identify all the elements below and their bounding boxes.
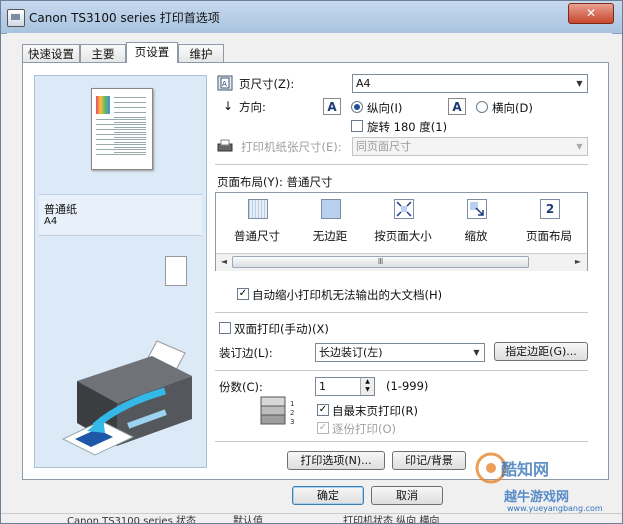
page-layout-label: 页面布局(Y): 普通尺寸 [217, 175, 333, 189]
printer-paper-size-select[interactable]: 同页面尺寸 ▼ [352, 137, 588, 156]
svg-text:1: 1 [290, 400, 294, 408]
section-divider [215, 370, 588, 371]
layout-item-label: 页面布局 [526, 229, 572, 243]
window-title: Canon TS3100 series 打印首选项 [29, 11, 220, 25]
specify-margin-button[interactable]: 指定边距(G)... [494, 342, 588, 361]
color-photo-thumbnail [96, 96, 110, 114]
svg-text:3: 3 [290, 418, 294, 426]
cancel-button[interactable]: 取消 [371, 486, 443, 505]
copies-range: (1-999) [386, 379, 429, 393]
binding-side-label: 装订边(L): [219, 346, 273, 360]
media-size: A4 [44, 216, 58, 227]
layout-borderless[interactable]: 无边距 [295, 199, 365, 259]
print-options-button[interactable]: 打印选项(N)... [287, 451, 385, 470]
layout-horizontal-scrollbar[interactable]: ◄ Ⅲ ► [216, 253, 587, 271]
taskbar-left-text: Canon TS3100 series 状态 [67, 516, 196, 524]
section-divider [215, 441, 588, 442]
binding-side-value: 长边装订(左) [319, 346, 383, 359]
landscape-radio[interactable] [476, 101, 488, 113]
page-preview-image [91, 88, 153, 170]
page-size-value: A4 [356, 77, 371, 90]
section-divider [215, 164, 588, 165]
media-type: 普通纸 [44, 203, 77, 216]
layout-page-layout[interactable]: 2 页面布局 [514, 199, 584, 259]
tab-quick-setup[interactable]: 快速设置 [22, 44, 80, 62]
collate-checkbox[interactable]: ✓ [317, 422, 329, 434]
binding-side-select[interactable]: 长边装订(左) ▼ [315, 343, 485, 362]
last-page-first-label[interactable]: 自最末页打印(R) [332, 403, 418, 419]
last-page-first-checkbox[interactable]: ✓ [317, 404, 329, 416]
layout-item-label: 按页面大小 [374, 229, 432, 243]
portrait-radio[interactable] [351, 101, 363, 113]
page-size-select[interactable]: A4 ▼ [352, 74, 588, 93]
taskbar-right-text: 打印机状态 纵向 横向 [343, 516, 440, 524]
layout-item-label: 无边距 [312, 229, 348, 243]
watermark-url: www.yueyangbang.com [507, 504, 603, 513]
layout-fit-to-page[interactable]: 按页面大小 [368, 199, 438, 259]
page-size-label: 页尺寸(Z): [239, 77, 295, 91]
auto-reduce-checkbox[interactable]: ✓ [237, 288, 249, 300]
auto-reduce-label[interactable]: 自动缩小打印机无法输出的大文档(H) [252, 287, 442, 303]
borderless-icon [321, 199, 341, 219]
copies-value: 1 [319, 380, 326, 393]
printing-preferences-window: Canon TS3100 series 打印首选项 ✕ 快速设置 主要 页设置 … [0, 0, 623, 524]
dropdown-arrow-icon: ▼ [576, 79, 583, 88]
printer-illustration-icon [61, 340, 192, 456]
collate-label[interactable]: 逐份打印(O) [332, 421, 396, 437]
svg-text:A: A [222, 80, 227, 88]
orientation-label: 方向: [239, 100, 266, 114]
close-button[interactable]: ✕ [568, 3, 614, 24]
scroll-right-icon[interactable]: ► [572, 256, 584, 268]
page-layout-icon: 2 [540, 199, 560, 219]
background-window-strip: Canon TS3100 series 状态 默认值 打印机状态 纵向 横向 [1, 513, 622, 524]
svg-text:2: 2 [290, 409, 294, 417]
page-layout-list: 普通尺寸 无边距 按页面大小 缩放 2 页面布局 ◄ Ⅲ ► [215, 192, 588, 271]
preview-pane: 普通纸 A4 [34, 75, 207, 468]
landscape-label[interactable]: 横向(D) [492, 100, 533, 116]
dropdown-arrow-icon: ▼ [576, 142, 583, 151]
tab-maintenance[interactable]: 维护 [178, 44, 224, 62]
duplex-checkbox[interactable] [219, 322, 231, 334]
scaled-icon [467, 199, 487, 219]
scroll-thumb[interactable]: Ⅲ [232, 256, 529, 268]
layout-item-label: 缩放 [464, 229, 488, 243]
ok-button[interactable]: 确定 [292, 486, 364, 505]
taskbar-middle-text: 默认值 [233, 516, 263, 524]
tab-main[interactable]: 主要 [80, 44, 126, 62]
tab-page-setup[interactable]: 页设置 [126, 42, 178, 63]
portrait-label[interactable]: 纵向(I) [367, 100, 402, 116]
layout-normal-size[interactable]: 普通尺寸 [222, 199, 292, 259]
copies-input[interactable]: 1 ▲ ▼ [315, 377, 375, 396]
printer-app-icon [7, 9, 25, 27]
printer-paper-size-label: 打印机纸张尺寸(E): [241, 140, 342, 154]
watermark-sub: 越牛游戏网 [504, 490, 570, 505]
orientation-arrow-icon: ↓ [223, 99, 234, 113]
rotate-180-checkbox[interactable] [351, 120, 363, 132]
portrait-icon: A [323, 98, 341, 115]
page-size-icon: A [217, 75, 233, 91]
title-bar: Canon TS3100 series 打印首选项 ✕ [1, 1, 622, 34]
page-order-icon: 1 2 3 [260, 396, 294, 426]
scroll-left-icon[interactable]: ◄ [218, 256, 230, 268]
paper-orientation-icon [165, 256, 187, 286]
rotate-180-label[interactable]: 旋转 180 度(1) [367, 119, 447, 135]
layout-item-label: 普通尺寸 [234, 229, 280, 243]
stamp-background-button[interactable]: 印记/背景 [392, 451, 466, 470]
layout-scaled[interactable]: 缩放 [441, 199, 511, 259]
watermark-brand: 酷知网 [501, 460, 550, 479]
duplex-label[interactable]: 双面打印(手动)(X) [234, 321, 329, 337]
printer-paper-size-value: 同页面尺寸 [356, 140, 411, 153]
copies-label: 份数(C): [219, 380, 263, 394]
fit-to-page-icon [394, 199, 414, 219]
text-lines-graphic-lower [96, 119, 146, 159]
dropdown-arrow-icon: ▼ [473, 348, 480, 357]
landscape-icon: A [448, 98, 466, 115]
media-info: 普通纸 A4 [39, 194, 202, 236]
printer-paper-icon [217, 139, 233, 152]
copies-stepper[interactable]: ▲ ▼ [360, 378, 374, 395]
normal-size-icon [248, 199, 268, 219]
section-divider [215, 312, 588, 313]
